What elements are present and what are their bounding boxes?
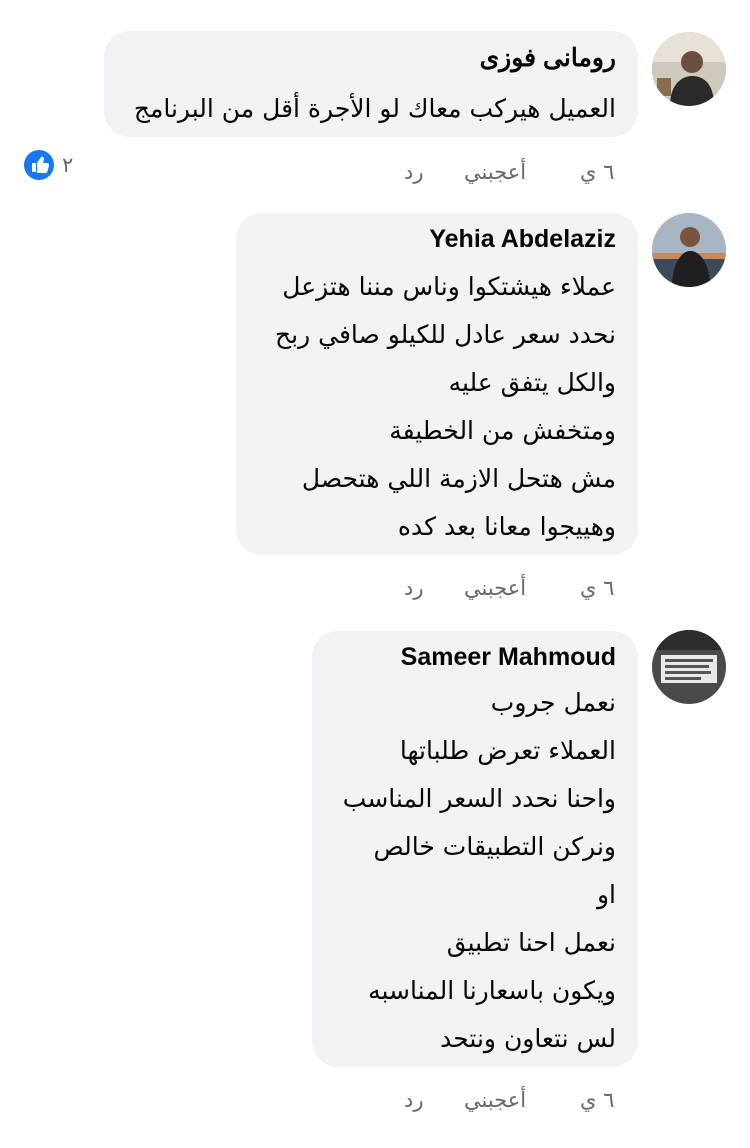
comment-author[interactable]: Yehia Abdelaziz [429, 225, 616, 254]
comment-bubble: رومانى فوزى العميل هيركب معاك لو الأجرة … [104, 31, 638, 137]
comment-line: العميل هيركب معاك لو الأجرة أقل من البرن… [133, 94, 616, 123]
reply-button[interactable]: رد [404, 573, 424, 603]
comment-line: وهييجوا معانا بعد كده [397, 512, 616, 541]
comment-text: نعمل جروب العملاء تعرض طلباتها واحنا نحد… [343, 679, 616, 1063]
reaction-summary[interactable]: ٢ [24, 150, 94, 182]
comment-line: العملاء تعرض طلباتها [399, 736, 616, 765]
comment-actions: ٦ ي أعجبني رد [0, 1085, 750, 1115]
avatar-photo [652, 213, 726, 287]
comment-line: او [596, 880, 616, 909]
avatar[interactable] [652, 32, 726, 106]
comment-line: نحدد سعر عادل للكيلو صافي ربح [275, 320, 616, 349]
comment-line: لس نتعاون ونتحد [440, 1024, 616, 1053]
comment-line: نعمل جروب [490, 688, 616, 717]
like-icon [24, 150, 54, 180]
comment-line: واحنا نحدد السعر المناسب [342, 784, 616, 813]
reply-button[interactable]: رد [404, 157, 424, 187]
comment-bubble: Yehia Abdelaziz عملاء هيشتكوا وناس مننا … [236, 213, 638, 555]
comment-text: عملاء هيشتكوا وناس مننا هتزعل نحدد سعر ع… [275, 263, 616, 551]
comment-text: العميل هيركب معاك لو الأجرة أقل من البرن… [134, 89, 616, 129]
comment-time[interactable]: ٦ ي [580, 573, 614, 603]
reaction-count: ٢ [62, 153, 74, 177]
like-button[interactable]: أعجبني [464, 157, 526, 187]
comment-line: ويكون باسعارنا المناسبه [368, 976, 616, 1005]
like-button[interactable]: أعجبني [464, 1085, 526, 1115]
comment-actions: ٦ ي أعجبني رد [0, 157, 750, 187]
comment-bubble: Sameer Mahmoud نعمل جروب العملاء تعرض طل… [312, 631, 638, 1067]
comment-line: ونركن التطبيقات خالص [373, 832, 616, 861]
comment-line: نعمل احنا تطبيق [446, 928, 616, 957]
avatar-photo [652, 630, 726, 704]
like-button[interactable]: أعجبني [464, 573, 526, 603]
comment-actions: ٦ ي أعجبني رد [0, 573, 750, 603]
comment-author[interactable]: Sameer Mahmoud [401, 643, 616, 672]
reply-button[interactable]: رد [404, 1085, 424, 1115]
comment-line: ومتخفش من الخطيفة [389, 416, 616, 445]
comment-line: مش هتحل الازمة اللي هتحصل [301, 464, 616, 493]
avatar[interactable] [652, 630, 726, 704]
comment-author[interactable]: رومانى فوزى [480, 43, 616, 73]
comment-line: والكل يتفق عليه [448, 368, 616, 397]
avatar-photo [652, 32, 726, 106]
comment-time[interactable]: ٦ ي [580, 1085, 614, 1115]
comment-line: عملاء هيشتكوا وناس مننا هتزعل [282, 272, 616, 301]
avatar[interactable] [652, 213, 726, 287]
comment-time[interactable]: ٦ ي [580, 157, 614, 187]
